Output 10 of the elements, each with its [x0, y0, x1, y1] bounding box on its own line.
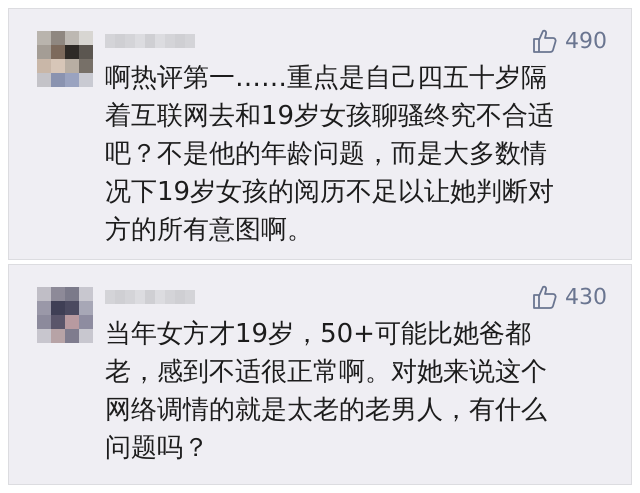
avatar-icon: [37, 287, 93, 343]
like-count: 490: [565, 28, 607, 54]
avatar-icon: [37, 31, 93, 87]
blurred-username-icon: [105, 34, 195, 48]
thumbs-up-icon[interactable]: [531, 28, 557, 54]
blurred-username-icon: [105, 290, 195, 304]
thumbs-up-icon[interactable]: [531, 284, 557, 310]
comment-text: 啊热评第一……重点是自己四五十岁隔着互联网去和19岁女孩聊骚终究不合适吧？不是他的年龄问题，而是大多数情况下19岁女孩的阅历不足以让她判断对方的所有意图啊。: [105, 62, 556, 247]
like-count: 430: [565, 284, 607, 310]
comment-text: 当年女方才19岁，50+可能比她爸都老，感到不适很正常啊。对她来说这个网络调情的就是太老的老男人，有什么问题吗？: [105, 318, 548, 465]
